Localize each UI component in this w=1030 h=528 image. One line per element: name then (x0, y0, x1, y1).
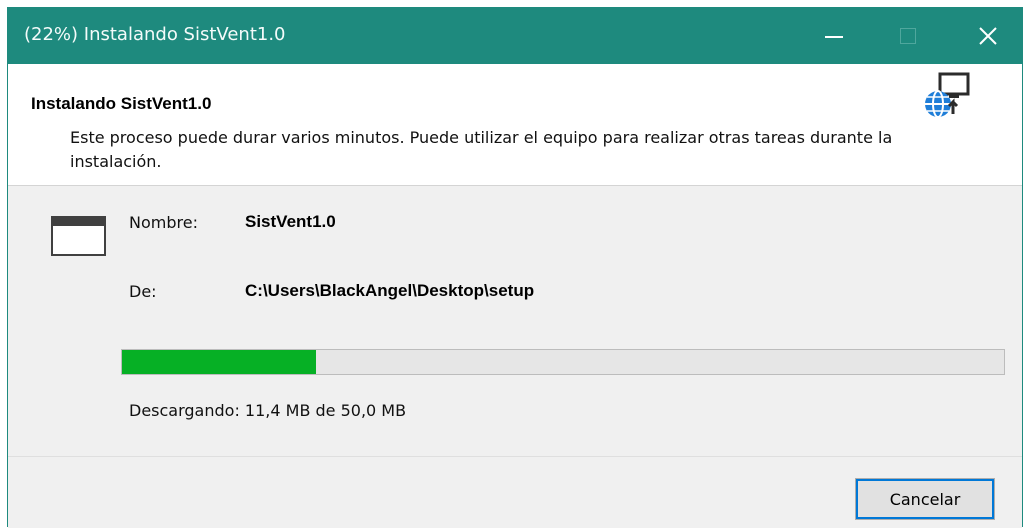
cancel-button[interactable]: Cancelar (855, 478, 995, 520)
content-panel: Nombre: SistVent1.0 De: C:\Users\BlackAn… (8, 186, 1022, 456)
download-status: Descargando: 11,4 MB de 50,0 MB (129, 401, 407, 420)
name-label: Nombre: (129, 213, 198, 232)
footer-panel: Cancelar (8, 456, 1022, 528)
minimize-button[interactable] (804, 8, 864, 64)
name-value: SistVent1.0 (245, 212, 336, 231)
from-value: C:\Users\BlackAngel\Desktop\setup (245, 281, 535, 300)
window-icon (51, 216, 106, 256)
globe-install-icon (925, 72, 970, 118)
header-title: Instalando SistVent1.0 (31, 94, 212, 113)
minimize-icon (825, 36, 843, 38)
header-panel: Instalando SistVent1.0 Este proceso pued… (8, 64, 1022, 186)
title-bar[interactable]: (22%) Instalando SistVent1.0 (8, 8, 1022, 64)
progress-fill (122, 350, 317, 374)
close-icon (979, 27, 997, 45)
maximize-button (878, 8, 938, 64)
header-description: Este proceso puede durar varios minutos.… (70, 128, 893, 171)
close-button[interactable] (958, 8, 1018, 64)
window-title: (22%) Instalando SistVent1.0 (24, 24, 286, 45)
progress-bar (121, 349, 1005, 375)
maximize-icon (900, 28, 916, 44)
from-label: De: (129, 282, 157, 301)
installer-window: (22%) Instalando SistVent1.0 Instalando … (7, 7, 1023, 528)
